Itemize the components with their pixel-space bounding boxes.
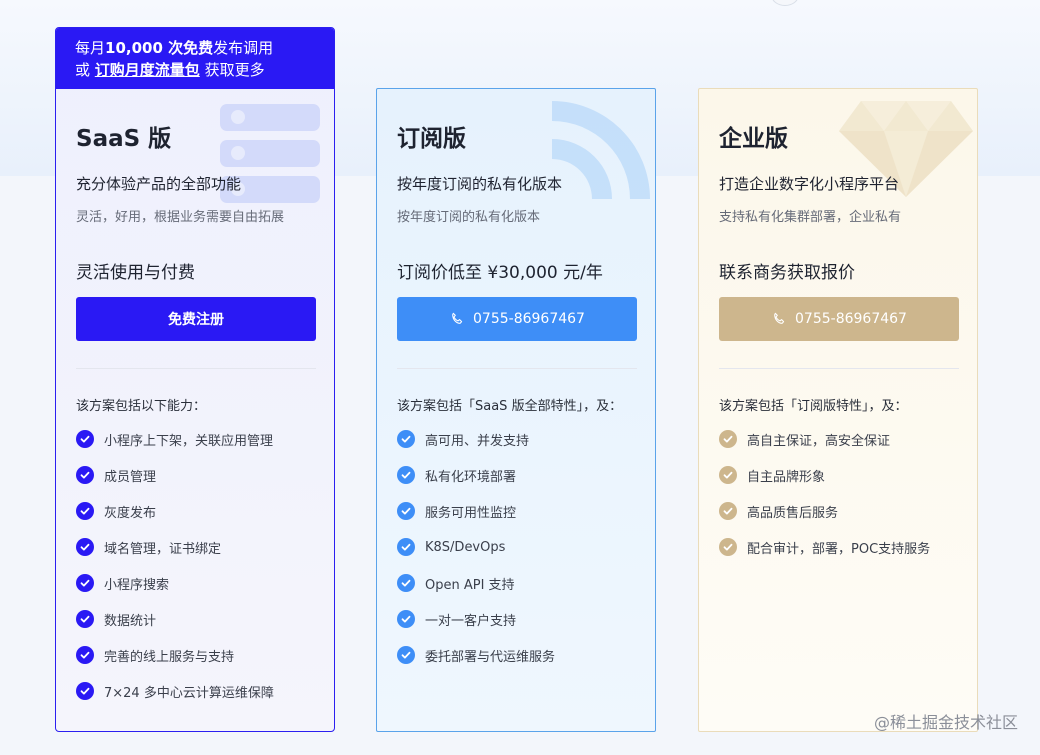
features-heading: 该方案包括以下能力： [76,399,207,414]
feature-text: 高可用、并发支持 [425,433,530,449]
feature-item: 数据统计 [76,601,274,637]
watermark: @稀土掘金技术社区 [873,713,1018,732]
checkmark-icon [397,430,415,448]
feature-text: 自主品牌形象 [747,469,826,485]
feature-text: 配合审计，部署，POC支持服务 [747,541,931,557]
plan-title: SaaS 版 [76,126,172,152]
feature-item: 灰度发布 [76,493,274,529]
plan-description: 充分体验产品的全部功能 [76,175,242,193]
feature-item: 7×24 多中心云计算运维保障 [76,673,274,709]
banner-text: 或 [75,61,95,79]
feature-text: 灰度发布 [104,505,157,521]
checkmark-icon [76,430,94,448]
plan-title: 订阅版 [397,126,466,152]
checkmark-icon [397,538,415,556]
checkmark-icon [397,646,415,664]
feature-text: 数据统计 [104,613,157,629]
feature-item: Open API 支持 [397,565,555,601]
contact-phone-button[interactable]: 0755-86967467 [719,297,959,341]
feature-text: 委托部署与代运维服务 [425,649,556,665]
feature-text: 小程序上下架，关联应用管理 [104,433,274,449]
plan-price: 联系商务获取报价 [719,263,855,283]
free-quota-banner: 每月10,000 次免费发布调用 或 订购月度流量包 获取更多 [56,28,334,89]
banner-free-count: 10,000 次免费 [105,39,214,57]
free-register-button[interactable]: 免费注册 [76,297,316,341]
feature-text: 成员管理 [104,469,157,485]
feature-item: 高可用、并发支持 [397,421,555,457]
plan-card-subscription: 订阅版 按年度订阅的私有化版本 按年度订阅的私有化版本 订阅价低至 ¥30,00… [376,88,656,732]
plan-subdescription: 支持私有化集群部署，企业私有 [719,210,902,225]
feature-item: 小程序搜索 [76,565,274,601]
plan-description: 打造企业数字化小程序平台 [719,175,900,193]
feature-text: 完善的线上服务与支持 [104,649,235,665]
banner-line-2: 或 订购月度流量包 获取更多 [75,59,334,81]
feature-list: 高可用、并发支持 私有化环境部署 服务可用性监控 K8S/DevOps Open API… [397,421,555,673]
feature-text: 域名管理，证书绑定 [104,541,222,557]
checkmark-icon [719,502,737,520]
checkmark-icon [76,682,94,700]
contact-phone-button[interactable]: 0755-86967467 [397,297,637,341]
checkmark-icon [397,574,415,592]
feature-item: 小程序上下架，关联应用管理 [76,421,274,457]
phone-number: 0755-86967467 [795,311,907,327]
plan-card-saas: 每月10,000 次免费发布调用 或 订购月度流量包 获取更多 SaaS 版 充… [55,27,335,732]
feature-item: 域名管理，证书绑定 [76,529,274,565]
feature-text: 高品质售后服务 [747,505,839,521]
features-heading: 该方案包括「订阅版特性」，及： [719,399,908,414]
plan-price: 订阅价低至 ¥30,000 元/年 [397,263,603,283]
checkmark-icon [719,430,737,448]
checkmark-icon [719,466,737,484]
banner-text: 发布调用 [213,39,274,57]
feature-item: 高品质售后服务 [719,493,930,529]
checkmark-icon [397,502,415,520]
checkmark-icon [76,574,94,592]
feature-item: 私有化环境部署 [397,457,555,493]
feature-item: 服务可用性监控 [397,493,555,529]
features-heading: 该方案包括「SaaS 版全部特性」，及： [397,399,623,414]
feature-item: 成员管理 [76,457,274,493]
feature-text: K8S/DevOps [425,539,506,555]
phone-icon [774,312,785,324]
feature-text: 小程序搜索 [104,577,170,593]
checkmark-icon [397,466,415,484]
checkmark-icon [76,646,94,664]
feature-text: 一对一客户支持 [425,613,517,629]
divider [719,368,959,369]
checkmark-icon [76,538,94,556]
plan-card-enterprise: 企业版 打造企业数字化小程序平台 支持私有化集群部署，企业私有 联系商务获取报价… [698,88,978,732]
feature-list: 小程序上下架，关联应用管理 成员管理灰度发布域名管理，证书绑定 小程序搜索数据统计完… [76,421,274,709]
feature-item: 自主品牌形象 [719,457,930,493]
feature-item: 完善的线上服务与支持 [76,637,274,673]
feature-item: 高自主保证，高安全保证 [719,421,930,457]
wifi-signal-icon [552,101,650,199]
buy-traffic-pack-link[interactable]: 订购月度流量包 [95,61,200,79]
divider [397,368,637,369]
feature-item: 一对一客户支持 [397,601,555,637]
feature-text: 私有化环境部署 [425,469,517,485]
plan-description: 按年度订阅的私有化版本 [397,175,563,193]
checkmark-icon [76,502,94,520]
checkmark-icon [719,538,737,556]
feature-list: 高自主保证，高安全保证 自主品牌形象 高品质售后服务配合审计，部署，POC支持服务 [719,421,930,565]
divider [76,368,316,369]
feature-item: 配合审计，部署，POC支持服务 [719,529,930,565]
feature-text: 7×24 多中心云计算运维保障 [104,685,274,701]
plan-price: 灵活使用与付费 [76,263,195,283]
checkmark-icon [397,610,415,628]
phone-number: 0755-86967467 [473,311,585,327]
feature-text: Open API 支持 [425,577,515,593]
feature-item: K8S/DevOps [397,529,555,565]
banner-text: 获取更多 [199,61,265,79]
checkmark-icon [76,610,94,628]
banner-text: 每月 [75,39,106,57]
checkmark-icon [76,466,94,484]
feature-item: 委托部署与代运维服务 [397,637,555,673]
feature-text: 服务可用性监控 [425,505,517,521]
plan-subdescription: 灵活，好用，根据业务需要自由拓展 [76,210,285,225]
plan-subdescription: 按年度订阅的私有化版本 [397,210,541,225]
phone-icon [452,312,463,324]
plan-title: 企业版 [719,126,788,152]
feature-text: 高自主保证，高安全保证 [747,433,891,449]
banner-line-1: 每月10,000 次免费发布调用 [75,37,334,59]
